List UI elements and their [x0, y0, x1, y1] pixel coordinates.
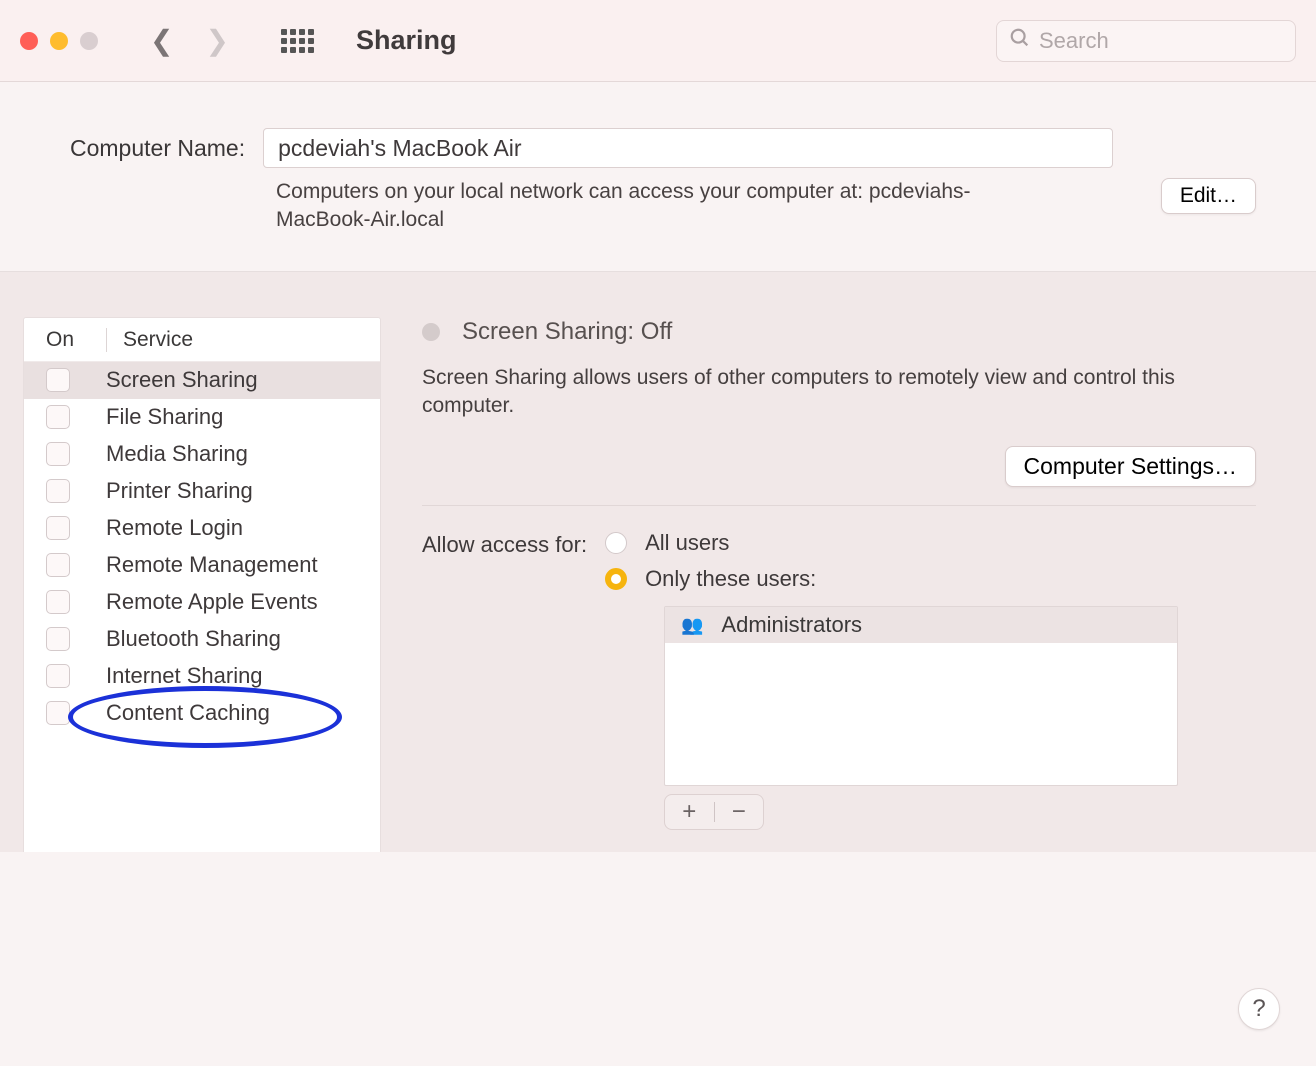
divider: [422, 505, 1256, 506]
service-remote-login[interactable]: Remote Login: [24, 510, 380, 547]
status-indicator-icon: [422, 323, 440, 341]
service-printer-sharing[interactable]: Printer Sharing: [24, 473, 380, 510]
checkbox[interactable]: [46, 516, 70, 540]
forward-button: ❯: [205, 24, 228, 57]
service-remote-management[interactable]: Remote Management: [24, 547, 380, 584]
allow-access-label: Allow access for:: [422, 530, 587, 592]
page-title: Sharing: [356, 25, 457, 56]
window-controls: [20, 32, 98, 50]
checkbox[interactable]: [46, 405, 70, 429]
back-button[interactable]: ❮: [150, 24, 173, 57]
search-input[interactable]: Search: [996, 20, 1296, 62]
service-label: Remote Login: [106, 515, 243, 541]
radio-only-users[interactable]: [605, 568, 627, 590]
computer-settings-button[interactable]: Computer Settings…: [1005, 446, 1256, 487]
computer-name-input[interactable]: [263, 128, 1113, 168]
service-label: Remote Apple Events: [106, 589, 318, 615]
user-label: Administrators: [721, 612, 862, 638]
checkbox[interactable]: [46, 553, 70, 577]
search-placeholder: Search: [1039, 28, 1109, 54]
service-label: Media Sharing: [106, 441, 248, 467]
edit-button[interactable]: Edit…: [1161, 178, 1256, 214]
service-content-caching[interactable]: Content Caching: [24, 695, 380, 732]
service-label: Content Caching: [106, 700, 270, 726]
radio-all-users[interactable]: [605, 532, 627, 554]
computer-name-section: Computer Name: Computers on your local n…: [0, 82, 1316, 271]
search-icon: [1009, 27, 1031, 55]
col-on: On: [46, 328, 106, 352]
checkbox[interactable]: [46, 664, 70, 688]
computer-name-label: Computer Name:: [70, 135, 245, 162]
help-button[interactable]: ?: [1238, 988, 1280, 1030]
service-label: File Sharing: [106, 404, 223, 430]
service-remote-apple-events[interactable]: Remote Apple Events: [24, 584, 380, 621]
checkbox[interactable]: [46, 442, 70, 466]
checkbox[interactable]: [46, 627, 70, 651]
checkbox[interactable]: [46, 368, 70, 392]
service-label: Remote Management: [106, 552, 318, 578]
service-label: Internet Sharing: [106, 663, 263, 689]
users-list[interactable]: 👥 Administrators: [664, 606, 1178, 786]
service-label: Bluetooth Sharing: [106, 626, 281, 652]
zoom-icon: [80, 32, 98, 50]
checkbox[interactable]: [46, 479, 70, 503]
status-title: Screen Sharing: Off: [462, 318, 672, 346]
service-file-sharing[interactable]: File Sharing: [24, 399, 380, 436]
group-icon: 👥: [681, 615, 703, 636]
checkbox[interactable]: [46, 590, 70, 614]
service-label: Screen Sharing: [106, 367, 258, 393]
footer: [0, 852, 1316, 1066]
close-icon[interactable]: [20, 32, 38, 50]
sharing-body: On Service Screen Sharing File Sharing M…: [0, 271, 1316, 861]
all-prefs-icon[interactable]: [281, 29, 314, 53]
service-screen-sharing[interactable]: Screen Sharing: [24, 362, 380, 399]
minimize-icon[interactable]: [50, 32, 68, 50]
toolbar: ❮ ❯ Sharing Search: [0, 0, 1316, 82]
detail-pane: Screen Sharing: Off Screen Sharing allow…: [420, 318, 1316, 861]
add-user-button[interactable]: +: [665, 798, 714, 826]
checkbox[interactable]: [46, 701, 70, 725]
add-remove-box: + −: [664, 794, 764, 830]
service-label: Printer Sharing: [106, 478, 253, 504]
services-list: On Service Screen Sharing File Sharing M…: [24, 318, 380, 861]
service-bluetooth-sharing[interactable]: Bluetooth Sharing: [24, 621, 380, 658]
remove-user-button[interactable]: −: [715, 798, 764, 826]
col-service: Service: [106, 328, 193, 352]
computer-name-description: Computers on your local network can acce…: [276, 178, 996, 235]
radio-only-users-label: Only these users:: [645, 566, 816, 592]
status-description: Screen Sharing allows users of other com…: [422, 364, 1256, 421]
nav-arrows: ❮ ❯: [150, 24, 229, 57]
service-internet-sharing[interactable]: Internet Sharing: [24, 658, 380, 695]
user-row[interactable]: 👥 Administrators: [665, 607, 1177, 643]
radio-all-users-label: All users: [645, 530, 729, 556]
service-media-sharing[interactable]: Media Sharing: [24, 436, 380, 473]
